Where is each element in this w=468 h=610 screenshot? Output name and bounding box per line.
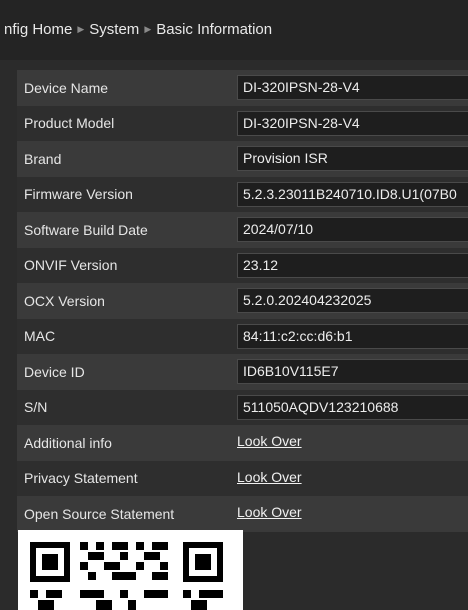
info-row-device-id: Device ID ID6B10V115E7 xyxy=(17,354,468,390)
info-row-open-source-statement: Open Source Statement Look Over xyxy=(17,496,468,532)
breadcrumb-config-home[interactable]: nfig Home xyxy=(4,21,72,38)
serial-number-field: 511050AQDV123210688 xyxy=(237,394,468,420)
info-row-product-model: Product Model DI-320IPSN-28-V4 xyxy=(17,105,468,141)
header-bar: nfig Home ▶ System ▶ Basic Information xyxy=(0,0,468,60)
field-label: Brand xyxy=(24,150,62,167)
breadcrumb-basic-information: Basic Information xyxy=(156,20,273,38)
additional-info-look-over-link[interactable]: Look Over xyxy=(237,433,302,449)
info-row-device-name: Device Name DI-320IPSN-28-V4 xyxy=(17,70,468,106)
info-row-mac: MAC 84:11:c2:cc:d6:b1 xyxy=(17,318,468,354)
field-label: Software Build Date xyxy=(24,221,148,238)
privacy-statement-look-over-link[interactable]: Look Over xyxy=(237,469,302,485)
firmware-version-field: 5.2.3.23011B240710.ID8.U1(07B0 xyxy=(237,181,468,207)
onvif-version-field: 23.12 xyxy=(237,252,468,278)
field-label: Device Name xyxy=(24,79,109,96)
field-label: Device ID xyxy=(24,363,85,380)
breadcrumb: nfig Home ▶ System ▶ Basic Information xyxy=(4,14,272,44)
info-row-ocx-version: OCX Version 5.2.0.202404232025 xyxy=(17,283,468,319)
breadcrumb-separator-icon: ▶ xyxy=(144,23,152,34)
open-source-statement-look-over-link[interactable]: Look Over xyxy=(237,504,302,520)
field-label: Additional info xyxy=(24,434,112,451)
info-row-firmware-version: Firmware Version 5.2.3.23011B240710.ID8.… xyxy=(17,176,468,212)
ocx-version-field: 5.2.0.202404232025 xyxy=(237,288,468,313)
info-row-onvif-version: ONVIF Version 23.12 xyxy=(17,247,468,283)
field-label: Firmware Version xyxy=(24,186,133,203)
device-id-field: ID6B10V115E7 xyxy=(237,359,468,384)
product-model-field: DI-320IPSN-28-V4 xyxy=(237,110,468,136)
field-label: S/N xyxy=(24,399,48,416)
brand-field: Provision ISR xyxy=(237,146,468,171)
mac-field: 84:11:c2:cc:d6:b1 xyxy=(237,323,468,349)
field-label: MAC xyxy=(24,328,56,345)
info-row-serial-number: S/N 511050AQDV123210688 xyxy=(17,389,468,425)
field-label: Product Model xyxy=(24,115,115,132)
device-name-field: DI-320IPSN-28-V4 xyxy=(237,75,468,100)
field-label: OCX Version xyxy=(24,292,105,309)
breadcrumb-separator-icon: ▶ xyxy=(77,23,85,34)
field-label: Privacy Statement xyxy=(24,470,138,487)
info-row-additional-info: Additional info Look Over xyxy=(17,425,468,461)
info-row-brand: Brand Provision ISR xyxy=(17,141,468,177)
software-build-date-field: 2024/07/10 xyxy=(237,217,468,242)
breadcrumb-system[interactable]: System xyxy=(89,21,139,38)
field-label: Open Source Statement xyxy=(24,505,175,522)
info-row-privacy-statement: Privacy Statement Look Over xyxy=(17,460,468,496)
qr-code-image xyxy=(18,530,243,610)
qr-code-icon xyxy=(30,542,223,610)
basic-info-table: Device Name DI-320IPSN-28-V4 Product Mod… xyxy=(17,70,468,532)
info-row-software-build-date: Software Build Date 2024/07/10 xyxy=(17,212,468,248)
field-label: ONVIF Version xyxy=(24,257,118,274)
